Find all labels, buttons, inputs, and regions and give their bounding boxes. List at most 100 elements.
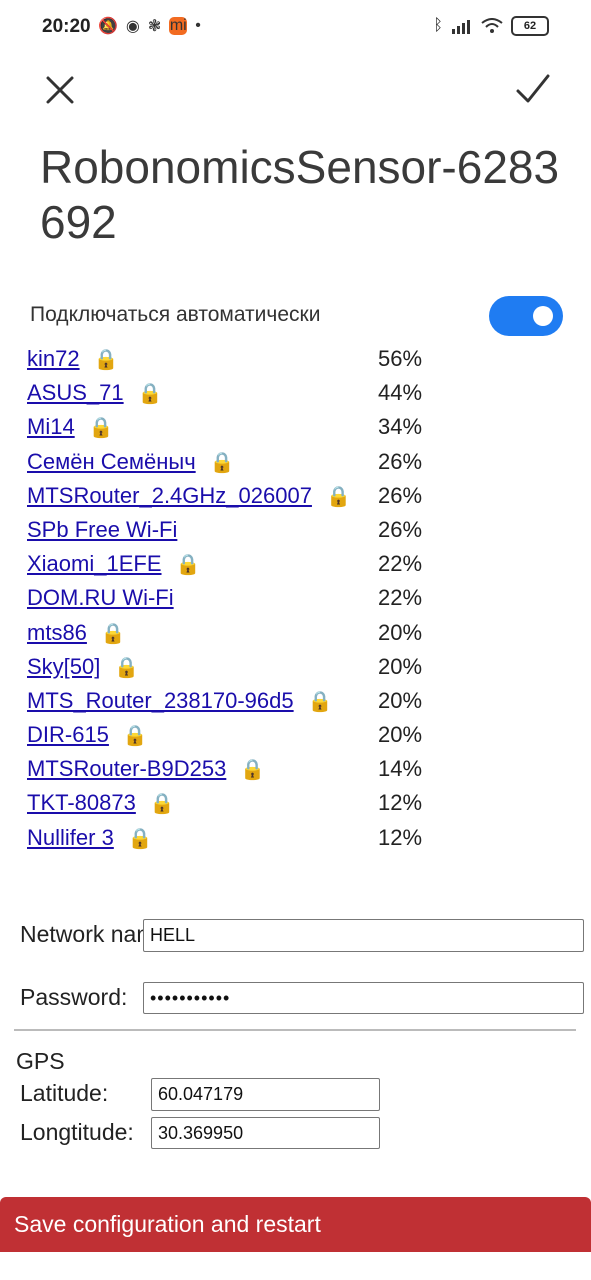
status-bar: 20:20 🔕 ◉ ❃ mi • ᛒ 62 [0, 0, 591, 54]
wifi-network-link[interactable]: MTSRouter-B9D253 🔒 [27, 756, 265, 782]
wifi-ssid-text: DIR-615 [27, 722, 109, 748]
wifi-network-link[interactable]: kin72 🔒 [27, 348, 119, 372]
dialog-toolbar [0, 58, 591, 118]
wifi-network-link[interactable]: mts86 🔒 [27, 620, 126, 646]
longitude-label: Longtitude: [20, 1119, 134, 1145]
wifi-ssid-text: Xiaomi_1EFE [27, 551, 162, 577]
network-name-input[interactable]: HELL [143, 919, 584, 952]
check-icon [516, 74, 550, 103]
wifi-network-row: DOM.RU Wi-Fi 22% [0, 581, 591, 615]
wifi-network-row: Xiaomi_1EFE 🔒 22% [0, 547, 591, 581]
close-button[interactable] [40, 70, 80, 110]
mute-icon: 🔕 [98, 18, 118, 35]
bluetooth-icon: ᛒ [433, 17, 443, 34]
wifi-network-link[interactable]: Mi14 🔒 [27, 414, 114, 440]
latitude-input[interactable]: 60.047179 [151, 1078, 380, 1111]
wifi-ssid-text: MTSRouter_2.4GHz_026007 [27, 482, 312, 508]
wifi-network-link[interactable]: DOM.RU Wi-Fi [27, 585, 174, 611]
wifi-ssid-text: mts86 [27, 619, 87, 645]
wifi-network-link[interactable]: DIR-615 🔒 [27, 722, 148, 748]
gps-label: GPS [16, 1048, 65, 1074]
wifi-network-link[interactable]: Семён Семёныч 🔒 [27, 449, 235, 475]
wifi-network-row: Sky[50] 🔒 20% [0, 650, 591, 684]
wifi-network-row: MTS_Router_238170-96d5 🔒 20% [0, 684, 591, 718]
wifi-network-row: MTSRouter_2.4GHz_026007 🔒 26% [0, 479, 591, 513]
lock-icon: 🔒 [325, 485, 351, 508]
wifi-network-link[interactable]: MTS_Router_238170-96d5 🔒 [27, 688, 333, 714]
wifi-network-link[interactable]: SPb Free Wi-Fi [27, 517, 177, 543]
wifi-signal-strength: 20% [378, 722, 423, 748]
battery-icon: 62 [511, 16, 549, 36]
auto-connect-row[interactable]: Подключаться автоматически [30, 296, 563, 336]
lock-icon: 🔒 [149, 793, 175, 816]
lock-icon: 🔒 [175, 554, 201, 577]
lock-icon: 🔒 [114, 656, 140, 679]
wifi-network-row: Nullifer 3 🔒 12% [0, 821, 591, 855]
wifi-signal-strength: 20% [378, 687, 423, 713]
wifi-ssid-text: Sky[50] [27, 653, 101, 679]
wifi-status-icon [481, 18, 503, 33]
flower-icon: ❃ [147, 18, 162, 35]
wifi-network-row: Семён Семёныч 🔒 26% [0, 445, 591, 479]
wifi-network-row: kin72 🔒 56% [0, 348, 591, 376]
wifi-ssid-text: TKT-80873 [27, 790, 136, 816]
wifi-signal-strength: 14% [378, 756, 423, 782]
lock-icon: 🔒 [240, 759, 266, 782]
wifi-signal-strength: 22% [378, 585, 423, 611]
wifi-ssid-text: Семён Семёныч [27, 448, 196, 474]
wifi-signal-strength: 26% [378, 482, 423, 508]
wifi-network-row: MTSRouter-B9D253 🔒 14% [0, 752, 591, 786]
wifi-network-link[interactable]: MTSRouter_2.4GHz_026007 🔒 [27, 483, 351, 509]
wifi-signal-strength: 12% [378, 790, 423, 816]
wifi-ssid-text: kin72 [27, 348, 80, 371]
wifi-ssid-text: MTS_Router_238170-96d5 [27, 687, 294, 713]
lock-icon: 🔒 [137, 383, 163, 406]
confirm-button[interactable] [513, 70, 553, 110]
lock-icon: 🔒 [122, 725, 148, 748]
close-icon [46, 76, 74, 104]
lock-icon: 🔒 [100, 622, 126, 645]
wifi-signal-strength: 20% [378, 619, 423, 645]
auto-connect-toggle[interactable] [489, 296, 563, 336]
page-title: RobonomicsSensor-6283692 [40, 141, 560, 248]
wifi-ssid-text: ASUS_71 [27, 380, 124, 406]
wifi-signal-strength: 26% [378, 448, 423, 474]
wifi-network-link[interactable]: Xiaomi_1EFE 🔒 [27, 551, 200, 577]
divider [14, 1029, 576, 1031]
auto-connect-label: Подключаться автоматически [30, 303, 321, 326]
wifi-network-link[interactable]: TKT-80873 🔒 [27, 790, 175, 816]
wifi-signal-strength: 44% [378, 380, 423, 406]
wifi-network-row: SPb Free Wi-Fi 26% [0, 513, 591, 547]
signal-icon [452, 20, 470, 34]
wifi-network-link[interactable]: Nullifer 3 🔒 [27, 825, 153, 851]
lock-icon: 🔒 [209, 451, 235, 474]
wifi-signal-strength: 26% [378, 516, 423, 542]
latitude-label: Latitude: [20, 1080, 109, 1106]
wifi-ssid-text: MTSRouter-B9D253 [27, 756, 227, 782]
lock-icon: 🔒 [127, 827, 153, 850]
wifi-ssid-text: Mi14 [27, 414, 75, 440]
status-time: 20:20 [42, 16, 91, 37]
status-left-icons: 🔕 ◉ ❃ mi • [98, 16, 201, 36]
wifi-network-row: mts86 🔒 20% [0, 616, 591, 650]
wifi-icon: ◉ [125, 18, 140, 35]
wifi-signal-strength: 56% [378, 348, 423, 371]
wifi-network-list[interactable]: kin72 🔒 56% ASUS_71 🔒 44% Mi14 🔒 34% Семён Семёны… [0, 348, 591, 868]
wifi-signal-strength: 20% [378, 653, 423, 679]
wifi-ssid-text: Nullifer 3 [27, 824, 114, 850]
save-configuration-button[interactable]: Save configuration and restart [0, 1197, 591, 1252]
wifi-ssid-text: SPb Free Wi-Fi [27, 516, 178, 542]
lock-icon: 🔒 [307, 690, 333, 713]
password-input[interactable]: ••••••••••• [143, 982, 584, 1014]
status-right-icons: ᛒ 62 [433, 16, 549, 36]
password-label: Password: [20, 984, 128, 1010]
wifi-network-link[interactable]: ASUS_71 🔒 [27, 380, 163, 406]
wifi-network-link[interactable]: Sky[50] 🔒 [27, 654, 139, 680]
longitude-input[interactable]: 30.369950 [151, 1117, 380, 1149]
wifi-signal-strength: 22% [378, 551, 423, 577]
wifi-signal-strength: 34% [378, 414, 423, 440]
wifi-ssid-text: DOM.RU Wi-Fi [27, 585, 174, 611]
wifi-network-list-content: kin72 🔒 56% ASUS_71 🔒 44% Mi14 🔒 34% Семён Семёны… [0, 348, 591, 855]
wifi-network-row: Mi14 🔒 34% [0, 410, 591, 444]
dot-icon: • [195, 17, 201, 34]
